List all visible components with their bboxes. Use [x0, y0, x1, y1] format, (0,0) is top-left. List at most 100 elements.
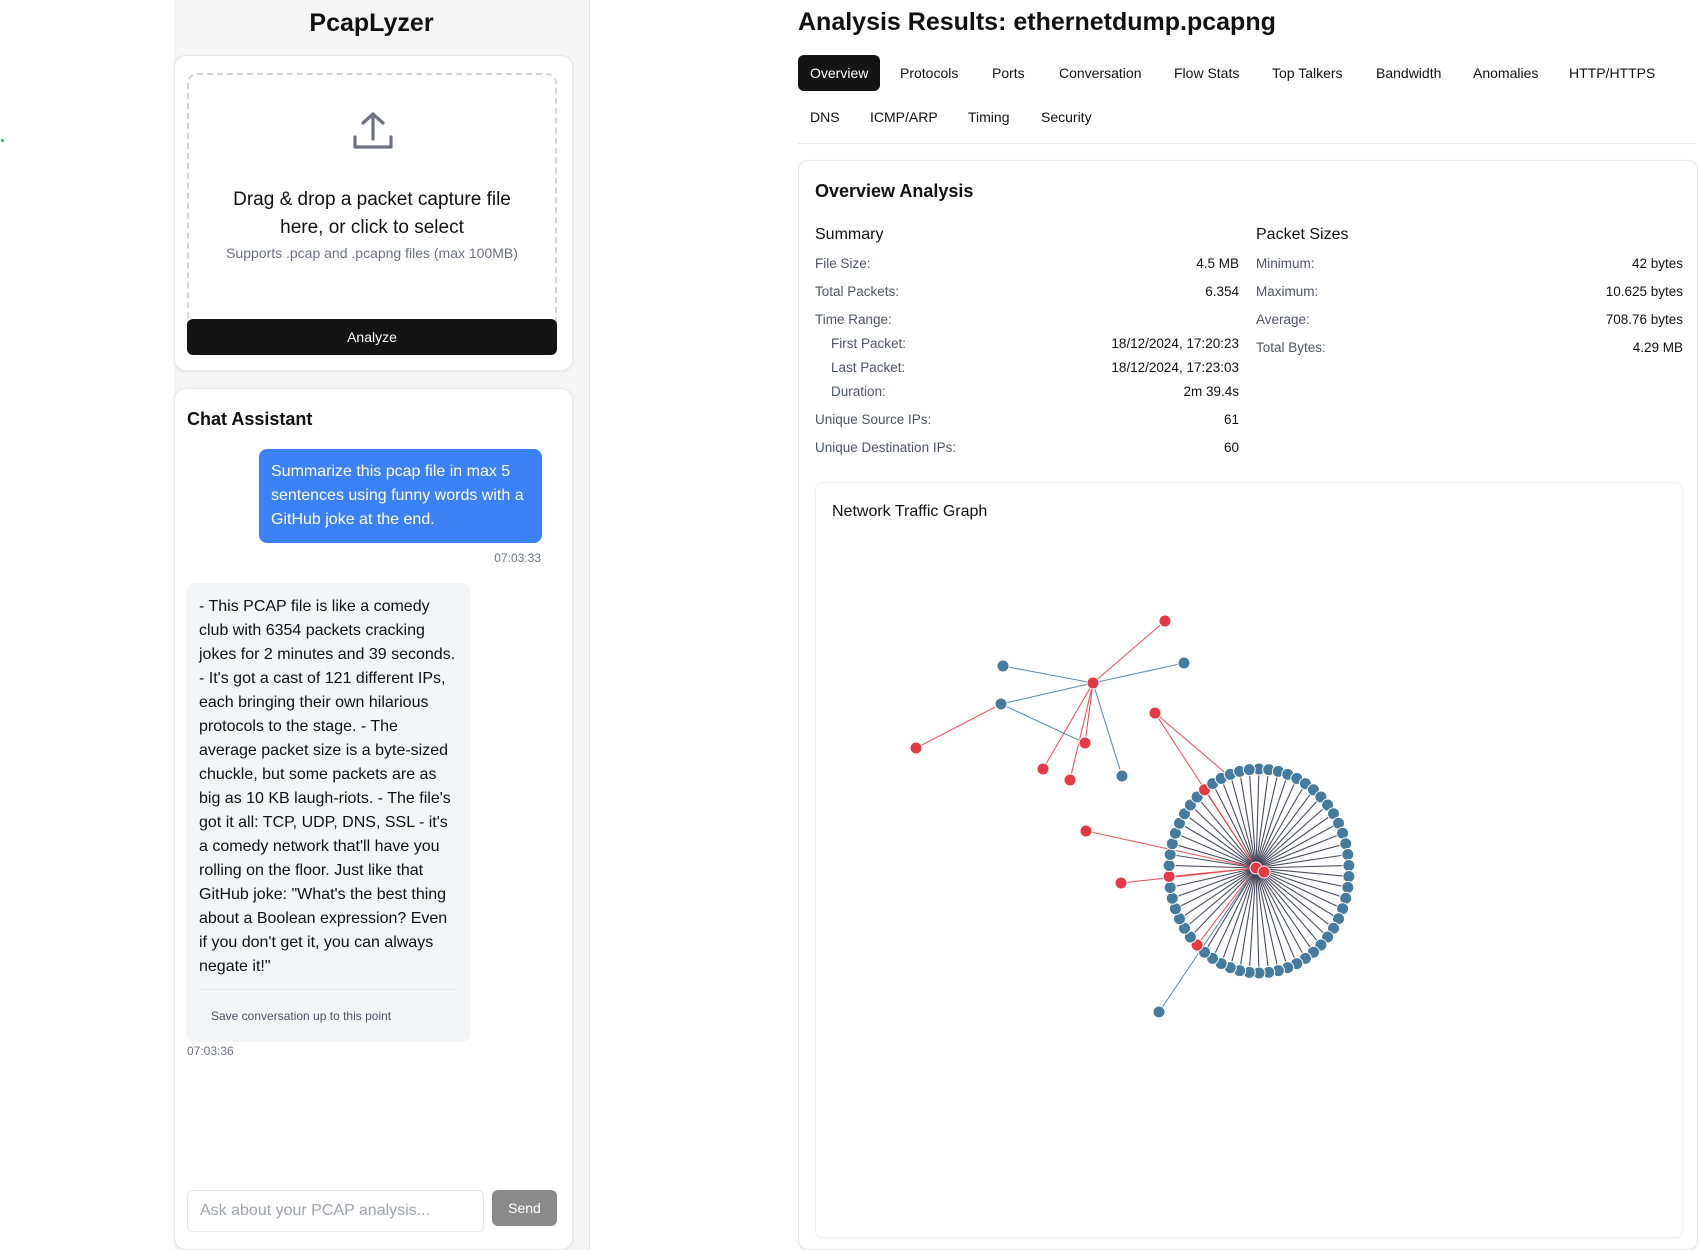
tab-http-https[interactable]: HTTP/HTTPS [1557, 55, 1667, 91]
assistant-message-time: 07:03:36 [187, 1044, 234, 1058]
network-graph[interactable] [816, 483, 1684, 1239]
upload-card: Drag & drop a packet capture file here, … [174, 55, 573, 371]
tab-top-talkers[interactable]: Top Talkers [1260, 55, 1355, 91]
graph-node[interactable] [1162, 858, 1176, 872]
upload-icon [351, 109, 395, 153]
graph-node[interactable] [996, 659, 1010, 673]
stat-label: Maximum: [1256, 284, 1319, 299]
stat-value: 10.625 bytes [1605, 284, 1683, 299]
graph-edge [1069, 682, 1094, 781]
graph-node[interactable] [1163, 881, 1177, 895]
stat-min-size: Minimum: 42 bytes [1256, 256, 1683, 276]
graph-edge [1154, 712, 1230, 777]
packet-sizes-heading: Packet Sizes [1256, 226, 1349, 243]
overview-card: Overview Analysis Summary File Size: 4.5… [798, 160, 1698, 1250]
graph-node[interactable] [1163, 847, 1177, 861]
stat-total-packets: Total Packets: 6.354 [815, 284, 1239, 304]
tab-protocols[interactable]: Protocols [888, 55, 970, 91]
graph-node[interactable] [1115, 769, 1129, 783]
tab-flow-stats[interactable]: Flow Stats [1162, 55, 1251, 91]
graph-edge [1042, 682, 1094, 770]
stat-value: 6.354 [1205, 284, 1239, 299]
tab-conversation[interactable]: Conversation [1047, 55, 1154, 91]
stat-label: Average: [1256, 312, 1310, 327]
stat-value: 4.29 MB [1632, 340, 1683, 355]
save-conversation-link[interactable]: Save conversation up to this point [199, 989, 458, 1028]
graph-node[interactable] [1148, 706, 1162, 720]
user-message: Summarize this pcap file in max 5 senten… [259, 449, 542, 543]
graph-edge [1092, 620, 1166, 684]
chat-input[interactable] [187, 1190, 484, 1232]
graph-node[interactable] [1242, 763, 1256, 777]
chat-assistant-panel: Chat Assistant Summarize this pcap file … [174, 388, 573, 1250]
graph-node[interactable] [1339, 837, 1353, 851]
stat-label: Total Bytes: [1256, 340, 1326, 355]
graph-edge [1092, 662, 1185, 684]
network-traffic-graph-card: Network Traffic Graph [815, 482, 1683, 1238]
tabs-divider [798, 143, 1696, 144]
tab-icmp-arp[interactable]: ICMP/ARP [858, 99, 950, 135]
graph-node[interactable] [1341, 881, 1355, 895]
stat-value: 4.5 MB [1196, 256, 1239, 271]
stat-duration: Duration: 2m 39.4s [831, 384, 1239, 404]
graph-nodes [909, 614, 1356, 1019]
send-button[interactable]: Send [492, 1190, 557, 1226]
graph-node[interactable] [1158, 614, 1172, 628]
stat-time-range: Time Range: [815, 312, 1239, 332]
stat-label: Unique Destination IPs: [815, 440, 957, 455]
tab-ports[interactable]: Ports [980, 55, 1037, 91]
tab-anomalies[interactable]: Anomalies [1461, 55, 1550, 91]
stat-total-bytes: Total Bytes: 4.29 MB [1256, 340, 1683, 360]
graph-edge [1092, 682, 1123, 777]
user-message-time: 07:03:33 [494, 551, 541, 565]
graph-node[interactable] [909, 741, 923, 755]
graph-node[interactable] [1162, 870, 1176, 884]
graph-edge [1000, 682, 1094, 705]
graph-edges [915, 620, 1349, 1013]
tab-timing[interactable]: Timing [956, 99, 1022, 135]
graph-node[interactable] [1063, 773, 1077, 787]
stat-label: Duration: [831, 384, 886, 399]
summary-heading: Summary [815, 226, 884, 243]
graph-edge [1002, 665, 1094, 684]
stat-label: Unique Source IPs: [815, 412, 932, 427]
graph-node[interactable] [1079, 824, 1093, 838]
graph-node[interactable] [1257, 865, 1271, 879]
graph-node[interactable] [1078, 736, 1092, 750]
graph-node[interactable] [1177, 656, 1191, 670]
graph-node[interactable] [1152, 1005, 1166, 1019]
graph-edge [1255, 796, 1322, 869]
graph-edge [1255, 813, 1334, 869]
graph-node[interactable] [1341, 847, 1355, 861]
tab-overview[interactable]: Overview [798, 55, 881, 91]
dropzone-text: Drag & drop a packet capture file here, … [233, 189, 511, 238]
file-dropzone[interactable]: Drag & drop a packet capture file here, … [187, 73, 557, 343]
graph-node[interactable] [1342, 870, 1356, 884]
stat-first-packet: First Packet: 18/12/2024, 17:20:23 [831, 336, 1239, 356]
graph-edge [1000, 703, 1086, 744]
stat-label: Time Range: [815, 312, 892, 327]
tab-dns[interactable]: DNS [798, 99, 852, 135]
dropzone-hint: Supports .pcap and .pcapng files (max 10… [226, 245, 518, 261]
graph-edge [1229, 774, 1257, 869]
stat-label: Total Packets: [815, 284, 900, 299]
tab-bandwidth[interactable]: Bandwidth [1364, 55, 1453, 91]
stat-value: 61 [1223, 412, 1239, 427]
overview-title: Overview Analysis [815, 181, 974, 201]
graph-node[interactable] [1342, 858, 1356, 872]
graph-node[interactable] [1114, 876, 1128, 890]
tab-security[interactable]: Security [1029, 99, 1104, 135]
graph-node[interactable] [1036, 762, 1050, 776]
graph-edge [1239, 771, 1257, 869]
stat-value: 42 bytes [1631, 256, 1683, 271]
graph-node[interactable] [1086, 676, 1100, 690]
status-dot [1, 139, 4, 142]
graph-node[interactable] [994, 697, 1008, 711]
graph-edge [915, 703, 1002, 749]
stat-label: File Size: [815, 256, 871, 271]
graph-node[interactable] [1165, 891, 1179, 905]
analyze-button[interactable]: Analyze [187, 319, 557, 355]
stat-value: 18/12/2024, 17:20:23 [1111, 336, 1239, 351]
chat-title: Chat Assistant [187, 409, 313, 429]
app-title: PcapLyzer [309, 9, 434, 37]
